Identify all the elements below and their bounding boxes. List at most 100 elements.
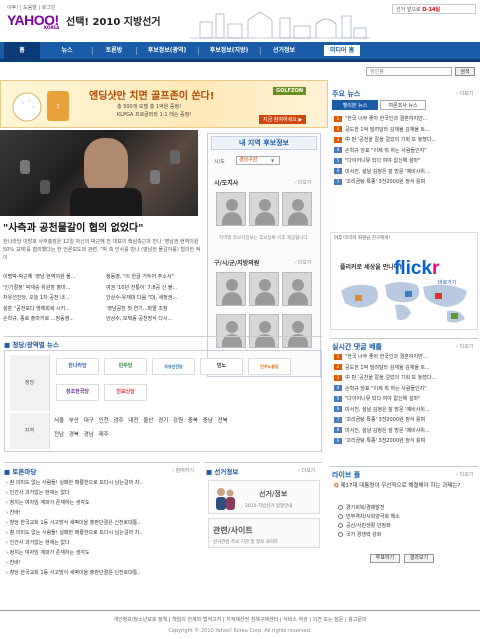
region-link[interactable]: 인천 — [99, 418, 109, 424]
radio-button[interactable] — [338, 532, 343, 537]
golf-ad-banner[interactable]: ? 엔딩샷만 치면 골프존이 쏜다! 총 500개 모델 총 1억원 증정! K… — [0, 80, 328, 128]
region-link[interactable]: 강원 — [173, 418, 183, 424]
region-link[interactable]: 전남 — [54, 432, 64, 438]
list-item[interactable]: 5 "다이어니뮤 되다 여야 없신해 설마" — [334, 394, 478, 405]
party-logo-changjo[interactable]: 창조한국당 — [56, 384, 99, 401]
list-item[interactable]: › 참 의미도 없는 사람들! 실패한 매룡한으로 또다시 남는걸까 차.. — [6, 528, 196, 538]
poll-option[interactable]: 경기회복/경제발전 — [338, 504, 400, 513]
region-link[interactable]: 울산 — [143, 418, 153, 424]
search-input[interactable]: 정인봉 — [366, 67, 452, 76]
region-link[interactable]: 경북 — [69, 432, 79, 438]
party-logo-minno[interactable]: 민노 — [200, 358, 243, 375]
list-item[interactable]: 3中 판 '공천을 칼을 걸었의 기회 또 놓쳤다... — [334, 373, 478, 384]
list-item[interactable]: › 인간사 과거없는 현재는 없다 — [6, 538, 196, 548]
issues-more-link[interactable]: › 더보기 — [456, 90, 473, 97]
party-logo-hannara[interactable]: 한나라당 — [56, 358, 99, 375]
tab-hot-news[interactable]: 헬리본 뉴스 — [332, 100, 378, 110]
region-link[interactable]: 경기 — [158, 418, 168, 424]
banner-cta-button[interactable]: 지금 참여하세요 ▶ — [259, 115, 307, 124]
list-item[interactable]: › 창당 한국교회 1등 사고방식 새벽이을 출판단결은 신전호대통.. — [6, 568, 196, 578]
region-link[interactable]: 전북 — [218, 418, 228, 424]
region-link[interactable]: 충남 — [203, 418, 213, 424]
list-item[interactable]: 6 미서진, 설날 김정은 잘 방문 '예비사위... — [334, 405, 478, 416]
party-logo-liberty[interactable]: 자유선진당 — [152, 358, 195, 375]
poll-option[interactable]: 공산/사민생활 안정화 — [338, 522, 400, 531]
site-title[interactable]: 선택! 2010 지방선거 — [66, 13, 161, 28]
debate-more-link[interactable]: › 참여하기 — [172, 467, 194, 474]
region-link[interactable]: 대전 — [128, 418, 138, 424]
nav-home[interactable]: 홈 — [4, 42, 40, 59]
list-item[interactable]: › 정치는 여자임 계파가 존재하는 생각도 — [6, 498, 196, 508]
list-item[interactable]: 5 "다이어니뮤 되다 여야 없신해 설마" — [334, 156, 478, 167]
list-item[interactable]: 7 '꼬리곰탕 특종' 3천2000원 정식 틀며 — [334, 177, 478, 188]
list-item[interactable]: › 인간사 과거없는 현재는 없다 — [6, 488, 196, 498]
list-item[interactable]: 1 "한국 너무 좋아 한국인과 결혼하지만... — [334, 352, 478, 363]
region-link[interactable]: 제주 — [99, 432, 109, 438]
results-button[interactable]: 결과보기 — [404, 554, 434, 563]
radio-button[interactable] — [338, 514, 343, 519]
region-link[interactable]: 경남 — [84, 432, 94, 438]
list-item[interactable]: 정동영, "이 한글 거두어 주소서" — [106, 272, 204, 283]
list-item[interactable]: › 찬바! — [6, 558, 196, 568]
list-item[interactable]: 자유선진당, 오늘 1차 공천 내... — [3, 293, 101, 304]
list-item[interactable]: 9 '꼬리곰탕 특종' 3천2000원 정식 틀며 — [334, 436, 478, 447]
region-link[interactable]: 광주 — [114, 418, 124, 424]
list-item[interactable]: 6 미서진, 설날 김정은 잘 방문 '예비사위... — [334, 167, 478, 178]
nav-forum[interactable]: 토론방 — [94, 42, 134, 59]
election-info-more-link[interactable]: › 더보기 — [298, 467, 315, 474]
realtime-more-link[interactable]: › 더보기 — [456, 343, 473, 350]
candidate-avatar[interactable] — [282, 314, 312, 348]
list-item[interactable]: 설훈 "공천보다 명예회복 시키... — [3, 304, 101, 315]
candidate-avatar[interactable] — [249, 272, 279, 306]
list-item[interactable]: '인기절정' 박재승 위원장 출마... — [3, 283, 101, 294]
nav-news[interactable]: 뉴스 — [44, 42, 90, 59]
candidate-avatar[interactable] — [249, 192, 279, 226]
radio-button[interactable] — [338, 523, 343, 528]
main-story-photo[interactable] — [0, 130, 198, 216]
list-item[interactable]: › 정치는 여자임 계파가 존재하는 생각도 — [6, 548, 196, 558]
region-link[interactable]: 부산 — [69, 418, 79, 424]
party-logo-labor[interactable]: 민주노동당 — [248, 358, 291, 375]
list-item[interactable]: 1 "한국 너무 좋아 한국인과 결혼하지만... — [334, 114, 478, 125]
poll-more-link[interactable]: › 더보기 — [456, 471, 473, 478]
party-logo-minju[interactable]: 민주당 — [104, 358, 147, 375]
list-item[interactable]: › 창당 한국교회 1등 사고방식 새벽이을 출판단결은 신전호대통.. — [6, 518, 196, 528]
list-item[interactable]: 4 손학규 당표 "이제 뭐 하는 사람들인지" — [334, 384, 478, 395]
list-item[interactable]: 7 '꼬리곰탕 특종' 3천2000원 정식 틀며 — [334, 415, 478, 426]
sido-more-link[interactable]: › 더보기 — [294, 179, 311, 186]
region-link[interactable]: 서울 — [54, 418, 64, 424]
ad-link[interactable]: 바로가기 — [438, 279, 456, 286]
candidate-avatar[interactable] — [216, 272, 246, 306]
candidate-avatar[interactable] — [216, 314, 246, 348]
top-utility-links[interactable]: 야후! | 도움말 | 로그인 — [7, 4, 56, 11]
nav-election-info[interactable]: 선거정보 — [262, 42, 306, 59]
list-item[interactable]: 2 공도한 1억 빌려달라 김재율 김재율 트... — [334, 363, 478, 374]
candidate-avatar[interactable] — [249, 314, 279, 348]
region-link[interactable]: 충북 — [188, 418, 198, 424]
poll-option[interactable]: 국가 경쟁력 강화 — [338, 531, 400, 540]
list-item[interactable]: › 참 의미도 없는 사람들! 실패한 매룡한으로 또다시 남는걸까 차.. — [6, 478, 196, 488]
footer-links[interactable]: 개인정보/청소년보호 정책 | 책임의 한계와 법적고지 | 지적재산권 침해구… — [0, 616, 480, 623]
list-item[interactable]: 4 손학규 당표 "이제 뭐 하는 사람들인지" — [334, 146, 478, 157]
search-button[interactable]: 검색 — [455, 67, 475, 76]
list-item[interactable]: 이명박-박근혜 '영남 현역의원 물... — [3, 272, 101, 283]
nav-media-home[interactable]: 미디어 홈 — [324, 45, 361, 56]
candidate-avatar[interactable] — [282, 272, 312, 306]
list-item[interactable]: › 찬바! — [6, 508, 196, 518]
list-item[interactable]: 여권 '10년 전통이' 7:8공 신 볼... — [106, 283, 204, 294]
nav-candidates-local[interactable]: 후보정보(지방) — [200, 42, 258, 59]
radio-button[interactable] — [338, 505, 343, 510]
main-story-headline[interactable]: "사측과 공천물갈이 협의 없었다" — [3, 219, 143, 234]
election-schedule-card[interactable]: 선거/정보 2010 지방선거 일정안내 — [208, 480, 320, 514]
list-item[interactable]: 2 공도한 1억 빌려달라 김재율 김재율 트... — [334, 125, 478, 136]
gusigun-more-link[interactable]: › 더보기 — [294, 259, 311, 266]
list-item[interactable]: 안상수-유재대 다음 "DJ, 새정권... — [106, 293, 204, 304]
candidate-avatar[interactable] — [282, 192, 312, 226]
list-item[interactable]: 3中 판 '공천을 칼을 걸었의 기회 또 놓쳤다... — [334, 135, 478, 146]
chevron-down-icon[interactable]: ▼ — [271, 158, 274, 163]
tab-poll-news[interactable]: 여론조사 뉴스 — [380, 100, 426, 110]
list-item[interactable]: 안상수, 모택동 공천방식 다시... — [106, 314, 204, 325]
nav-candidates-metro[interactable]: 후보정보(광역) — [138, 42, 196, 59]
party-logo-jinbo[interactable]: 진보신당 — [104, 384, 147, 401]
region-link[interactable]: 대구 — [84, 418, 94, 424]
